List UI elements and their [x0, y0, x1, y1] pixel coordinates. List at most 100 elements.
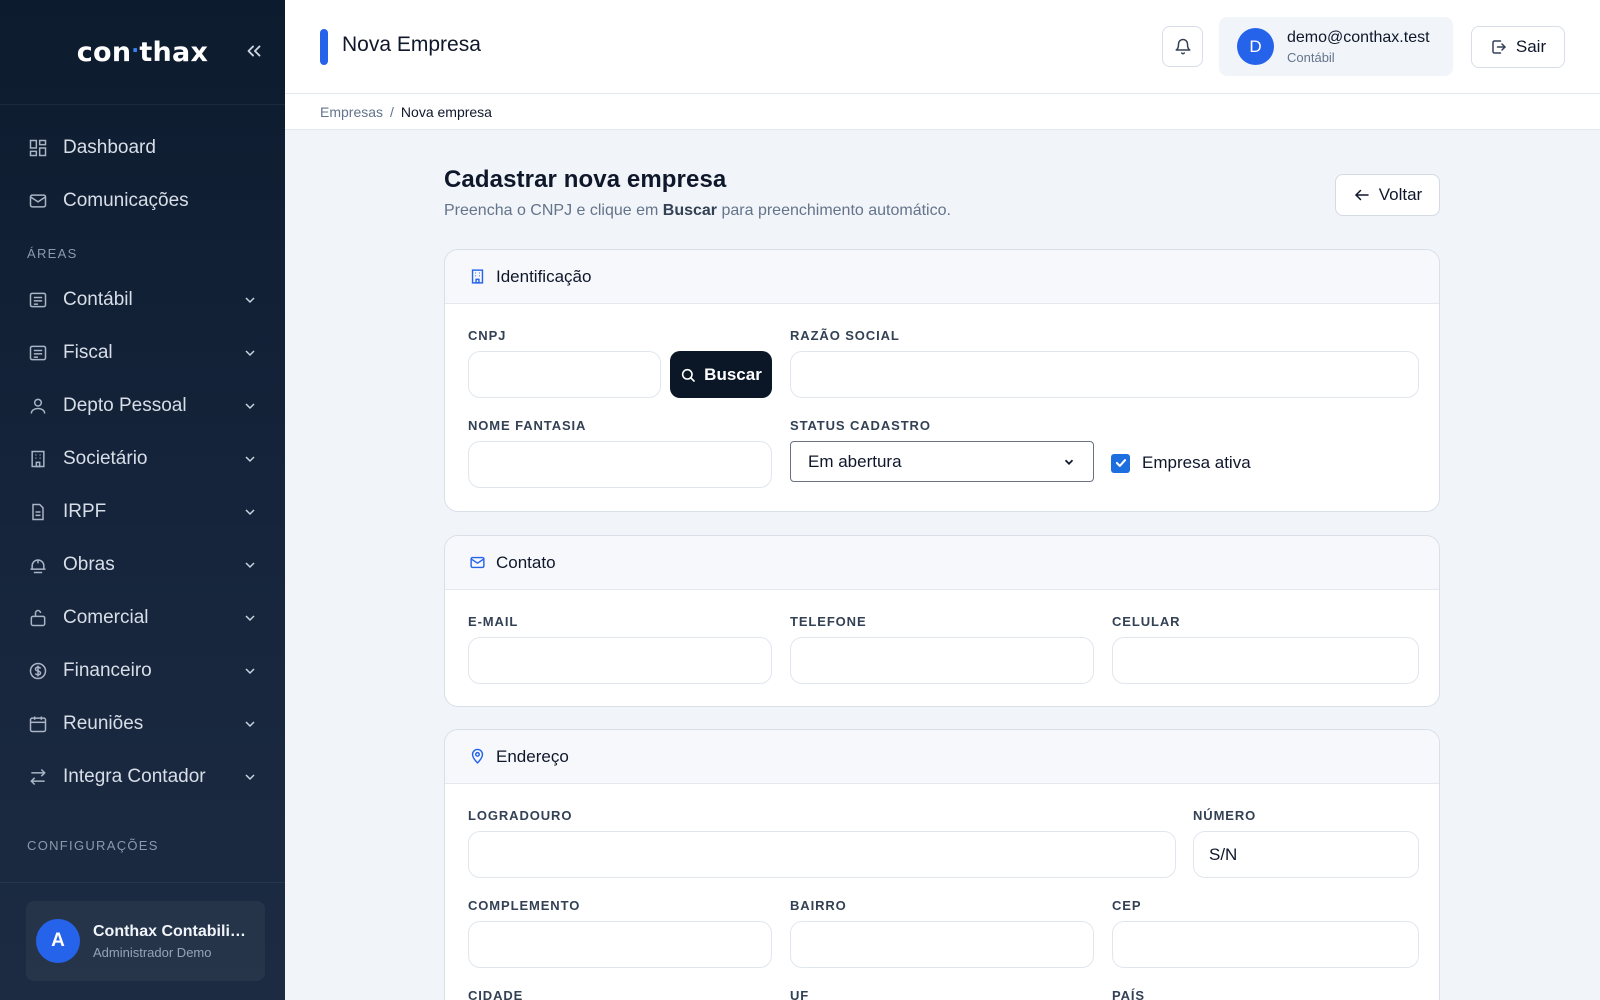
chevron-down-icon	[241, 556, 259, 574]
buscar-label: Buscar	[704, 364, 762, 384]
sidebar-item-societario[interactable]: Societário	[0, 432, 285, 485]
sidebar-item-label: Dashboard	[63, 136, 156, 158]
empresa-ativa-checkbox[interactable]: Empresa ativa	[1111, 453, 1251, 473]
sidebar-item-label: Financeiro	[63, 659, 152, 681]
sidebar-item-label: Contábil	[63, 288, 133, 310]
chevron-down-icon	[241, 715, 259, 733]
collapse-sidebar-button[interactable]	[241, 38, 267, 64]
avatar: D	[1237, 28, 1274, 65]
breadcrumb-current: Nova empresa	[400, 103, 492, 120]
subtitle-text: Preencha o CNPJ e clique em	[444, 202, 663, 219]
sidebar-item-fiscal[interactable]: Fiscal	[0, 326, 285, 379]
sidebar-item-label: Integra Contador	[63, 765, 206, 787]
briefcase-icon	[27, 607, 49, 629]
document-icon	[27, 501, 49, 523]
sidebar-item-dashboard[interactable]: Dashboard	[0, 121, 285, 174]
card-header: Contato	[445, 536, 1439, 590]
sidebar: con·thax Dashboard Comunicações ÁREAS Co…	[0, 0, 285, 1000]
breadcrumb: Empresas / Nova empresa	[285, 94, 1600, 130]
cep-input[interactable]	[1112, 921, 1419, 968]
logo-text-left: con	[76, 36, 132, 68]
sidebar-item-integra-contador[interactable]: Integra Contador	[0, 750, 285, 803]
bairro-label: BAIRRO	[790, 898, 847, 913]
brand: con·thax	[0, 0, 285, 105]
card-contato: Contato E-MAIL TELEFONE CELULAR	[444, 535, 1440, 707]
email-label: E-MAIL	[468, 614, 519, 629]
email-input[interactable]	[468, 637, 772, 684]
sidebar-item-comercial[interactable]: Comercial	[0, 591, 285, 644]
logout-label: Sair	[1515, 37, 1547, 56]
logo-text-right: thax	[139, 36, 209, 68]
chevron-down-icon	[241, 450, 259, 468]
brand-logo[interactable]: con·thax	[77, 37, 209, 68]
bairro-input[interactable]	[790, 921, 1094, 968]
buscar-button[interactable]: Buscar	[670, 351, 772, 398]
logout-button[interactable]: Sair	[1471, 26, 1565, 68]
chevron-down-icon	[241, 768, 259, 786]
sidebar-item-financeiro[interactable]: Financeiro	[0, 644, 285, 697]
telefone-input[interactable]	[790, 637, 1094, 684]
card-header: Identificação	[445, 250, 1439, 304]
breadcrumb-separator: /	[390, 103, 394, 120]
telefone-label: TELEFONE	[790, 614, 867, 629]
chevron-down-icon	[241, 609, 259, 627]
sidebar-item-reunioes[interactable]: Reuniões	[0, 697, 285, 750]
form-subtitle: Preencha o CNPJ e clique em Buscar para …	[444, 202, 1440, 220]
ledger-icon	[27, 342, 49, 364]
sidebar-item-label: Comercial	[63, 606, 149, 628]
razao-social-input[interactable]	[790, 351, 1419, 398]
double-chevron-left-icon	[247, 45, 261, 57]
subtitle-bold: Buscar	[662, 202, 718, 219]
page-title: Nova Empresa	[342, 33, 481, 56]
account-email: demo@conthax.test	[1287, 28, 1430, 46]
complemento-label: COMPLEMENTO	[468, 898, 581, 913]
title-accent-bar	[320, 29, 328, 65]
logout-icon	[1492, 40, 1506, 54]
divider	[0, 882, 285, 883]
arrow-left-icon	[1355, 189, 1369, 201]
sidebar-item-depto-pessoal[interactable]: Depto Pessoal	[0, 379, 285, 432]
sidebar-user-card[interactable]: A Conthax Contabilidade Administrador De…	[26, 901, 265, 981]
numero-input[interactable]	[1193, 831, 1419, 878]
construction-icon	[27, 554, 49, 576]
logradouro-input[interactable]	[468, 831, 1176, 878]
status-cadastro-label: STATUS CADASTRO	[790, 418, 931, 433]
select-value: Em abertura	[808, 451, 902, 471]
status-cadastro-select[interactable]: Em abertura	[790, 441, 1094, 482]
sidebar-item-contabil[interactable]: Contábil	[0, 273, 285, 326]
search-icon	[682, 368, 695, 382]
chevron-down-icon	[241, 344, 259, 362]
back-button[interactable]: Voltar	[1335, 174, 1440, 216]
nome-fantasia-input[interactable]	[468, 441, 772, 488]
pais-label: PAÍS	[1112, 988, 1145, 1000]
mail-icon	[27, 190, 49, 212]
form-title: Cadastrar nova empresa	[444, 166, 727, 193]
card-header: Endereço	[445, 730, 1439, 784]
subtitle-text: para preenchimento automático.	[717, 202, 951, 219]
nome-fantasia-label: NOME FANTASIA	[468, 418, 587, 433]
topbar: Nova Empresa D demo@conthax.test Contábi…	[285, 0, 1600, 94]
celular-label: CELULAR	[1112, 614, 1181, 629]
cnpj-label: CNPJ	[468, 328, 507, 343]
account-menu[interactable]: D demo@conthax.test Contábil	[1219, 17, 1453, 76]
user-name: Conthax Contabilidade	[93, 922, 255, 940]
checkbox-label: Empresa ativa	[1142, 453, 1251, 472]
checkbox-checked[interactable]	[1111, 453, 1130, 473]
celular-input[interactable]	[1112, 637, 1419, 684]
sidebar-item-irpf[interactable]: IRPF	[0, 485, 285, 538]
cnpj-input[interactable]	[468, 351, 661, 398]
complemento-input[interactable]	[468, 921, 772, 968]
chevron-down-icon	[241, 503, 259, 521]
card-title: Endereço	[496, 746, 569, 766]
breadcrumb-link-empresas[interactable]: Empresas	[320, 104, 383, 120]
map-pin-icon	[471, 748, 484, 764]
notifications-button[interactable]	[1162, 26, 1203, 67]
cidade-label: CIDADE	[468, 988, 524, 1000]
dashboard-icon	[27, 137, 49, 159]
account-role: Contábil	[1287, 49, 1335, 65]
form-header: Cadastrar nova empresa Preencha o CNPJ e…	[444, 166, 1440, 220]
sidebar-item-obras[interactable]: Obras	[0, 538, 285, 591]
chevron-down-icon	[241, 662, 259, 680]
sidebar-item-comunicacoes[interactable]: Comunicações	[0, 174, 285, 227]
card-title: Identificação	[496, 266, 592, 286]
